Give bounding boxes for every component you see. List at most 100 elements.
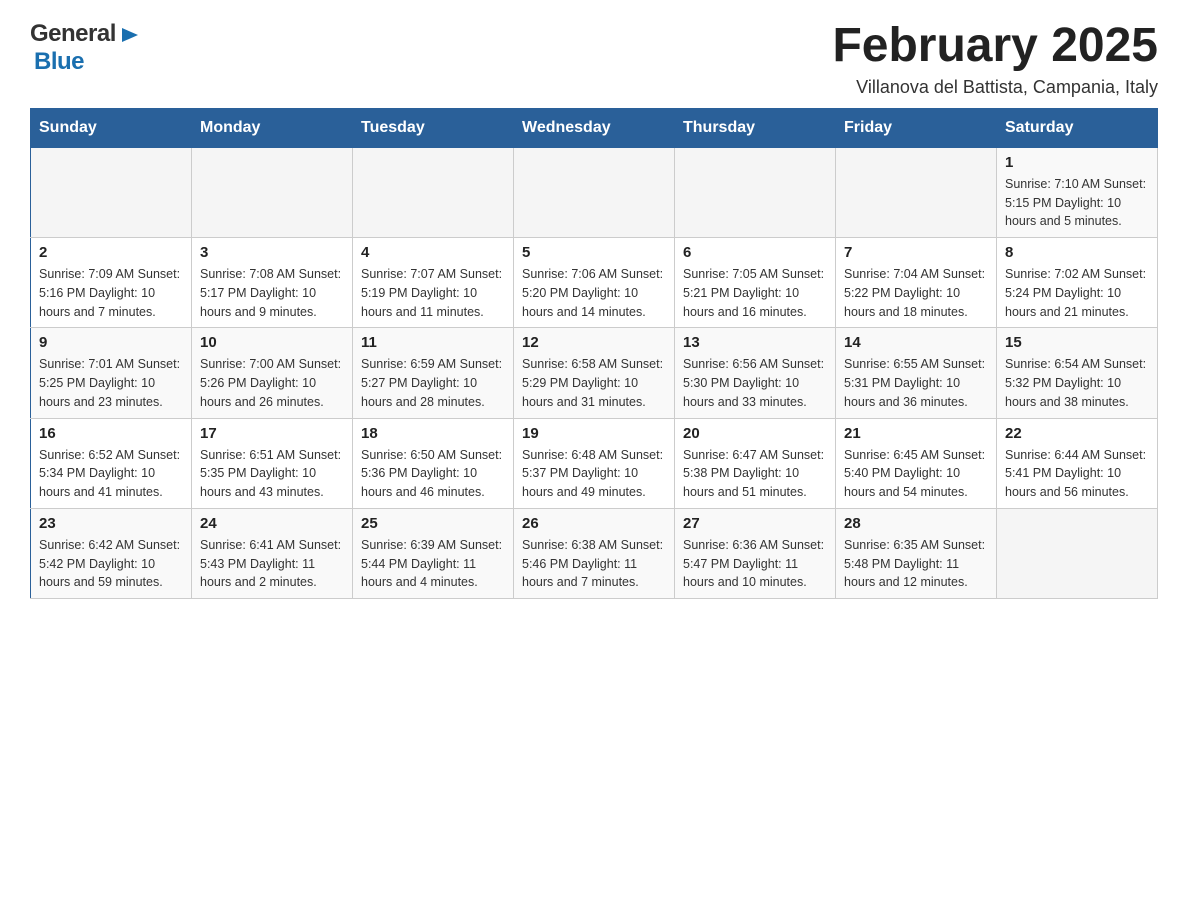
weekday-header-thursday: Thursday: [675, 108, 836, 147]
calendar-table: SundayMondayTuesdayWednesdayThursdayFrid…: [30, 108, 1158, 599]
title-section: February 2025 Villanova del Battista, Ca…: [832, 20, 1158, 98]
calendar-cell: [192, 147, 353, 237]
week-row-3: 9Sunrise: 7:01 AM Sunset: 5:25 PM Daylig…: [31, 328, 1158, 418]
day-number: 23: [39, 515, 183, 532]
day-number: 26: [522, 515, 666, 532]
day-info: Sunrise: 6:55 AM Sunset: 5:31 PM Dayligh…: [844, 355, 988, 411]
calendar-cell: 19Sunrise: 6:48 AM Sunset: 5:37 PM Dayli…: [514, 418, 675, 508]
day-info: Sunrise: 7:00 AM Sunset: 5:26 PM Dayligh…: [200, 355, 344, 411]
day-number: 7: [844, 244, 988, 261]
day-number: 20: [683, 425, 827, 442]
day-number: 1: [1005, 154, 1149, 171]
calendar-cell: 17 Sunrise: 6:51 AM Sunset: 5:35 PM Dayli…: [192, 418, 353, 508]
calendar-cell: 7 Sunrise: 7:04 AM Sunset: 5:22 PM Daylig…: [836, 238, 997, 328]
day-info: Sunrise: 6:47 AM Sunset: 5:38 PM Dayligh…: [683, 446, 827, 502]
calendar-cell: 3 Sunrise: 7:08 AM Sunset: 5:17 PM Daylig…: [192, 238, 353, 328]
calendar-cell: 24 Sunrise: 6:41 AM Sunset: 5:43 PM Dayli…: [192, 508, 353, 598]
day-info: Sunrise: 7:05 AM Sunset: 5:21 PM Dayligh…: [683, 265, 827, 321]
day-info: Sunrise: 6:52 AM Sunset: 5:34 PM Dayligh…: [39, 446, 183, 502]
day-number: 25: [361, 515, 505, 532]
calendar-title: February 2025: [832, 20, 1158, 73]
day-info: Sunrise: 7:08 AM Sunset: 5:17 PM Dayligh…: [200, 265, 344, 321]
calendar-cell: 11 Sunrise: 6:59 AM Sunset: 5:27 PM Dayli…: [353, 328, 514, 418]
day-info: Sunrise: 6:42 AM Sunset: 5:42 PM Dayligh…: [39, 536, 183, 592]
day-info: Sunrise: 7:06 AM Sunset: 5:20 PM Dayligh…: [522, 265, 666, 321]
day-info: Sunrise: 6:41 AM Sunset: 5:43 PM Dayligh…: [200, 536, 344, 592]
calendar-cell: 27 Sunrise: 6:36 AM Sunset: 5:47 PM Dayli…: [675, 508, 836, 598]
day-info: Sunrise: 6:36 AM Sunset: 5:47 PM Dayligh…: [683, 536, 827, 592]
week-row-1: 1 Sunrise: 7:10 AM Sunset: 5:15 PM Daylig…: [31, 147, 1158, 237]
weekday-header-row: SundayMondayTuesdayWednesdayThursdayFrid…: [31, 108, 1158, 147]
calendar-cell: 9Sunrise: 7:01 AM Sunset: 5:25 PM Daylig…: [31, 328, 192, 418]
weekday-header-monday: Monday: [192, 108, 353, 147]
day-number: 27: [683, 515, 827, 532]
day-info: Sunrise: 6:50 AM Sunset: 5:36 PM Dayligh…: [361, 446, 505, 502]
week-row-5: 23 Sunrise: 6:42 AM Sunset: 5:42 PM Dayli…: [31, 508, 1158, 598]
calendar-cell: 13Sunrise: 6:56 AM Sunset: 5:30 PM Dayli…: [675, 328, 836, 418]
day-number: 11: [361, 334, 505, 351]
day-info: Sunrise: 6:45 AM Sunset: 5:40 PM Dayligh…: [844, 446, 988, 502]
calendar-cell: 14 Sunrise: 6:55 AM Sunset: 5:31 PM Dayli…: [836, 328, 997, 418]
logo-triangle-icon: [118, 24, 140, 46]
day-info: Sunrise: 7:02 AM Sunset: 5:24 PM Dayligh…: [1005, 265, 1149, 321]
weekday-header-saturday: Saturday: [997, 108, 1158, 147]
calendar-cell: 1 Sunrise: 7:10 AM Sunset: 5:15 PM Daylig…: [997, 147, 1158, 237]
day-number: 10: [200, 334, 344, 351]
logo-general-text: General: [30, 20, 116, 48]
weekday-header-wednesday: Wednesday: [514, 108, 675, 147]
day-number: 3: [200, 244, 344, 261]
calendar-cell: 4 Sunrise: 7:07 AM Sunset: 5:19 PM Daylig…: [353, 238, 514, 328]
logo: General Blue: [30, 20, 140, 76]
calendar-cell: 18 Sunrise: 6:50 AM Sunset: 5:36 PM Dayli…: [353, 418, 514, 508]
calendar-cell: 5Sunrise: 7:06 AM Sunset: 5:20 PM Daylig…: [514, 238, 675, 328]
day-number: 2: [39, 244, 183, 261]
logo-blue-text: Blue: [34, 48, 84, 76]
day-number: 6: [683, 244, 827, 261]
day-info: Sunrise: 7:09 AM Sunset: 5:16 PM Dayligh…: [39, 265, 183, 321]
calendar-cell: [353, 147, 514, 237]
day-info: Sunrise: 6:39 AM Sunset: 5:44 PM Dayligh…: [361, 536, 505, 592]
day-info: Sunrise: 6:44 AM Sunset: 5:41 PM Dayligh…: [1005, 446, 1149, 502]
day-info: Sunrise: 6:54 AM Sunset: 5:32 PM Dayligh…: [1005, 355, 1149, 411]
day-info: Sunrise: 6:38 AM Sunset: 5:46 PM Dayligh…: [522, 536, 666, 592]
calendar-cell: [997, 508, 1158, 598]
week-row-4: 16Sunrise: 6:52 AM Sunset: 5:34 PM Dayli…: [31, 418, 1158, 508]
calendar-cell: 20 Sunrise: 6:47 AM Sunset: 5:38 PM Dayli…: [675, 418, 836, 508]
location-text: Villanova del Battista, Campania, Italy: [832, 77, 1158, 98]
day-info: Sunrise: 6:35 AM Sunset: 5:48 PM Dayligh…: [844, 536, 988, 592]
day-number: 24: [200, 515, 344, 532]
calendar-cell: 8 Sunrise: 7:02 AM Sunset: 5:24 PM Daylig…: [997, 238, 1158, 328]
calendar-cell: [514, 147, 675, 237]
calendar-cell: 2 Sunrise: 7:09 AM Sunset: 5:16 PM Daylig…: [31, 238, 192, 328]
calendar-cell: 28Sunrise: 6:35 AM Sunset: 5:48 PM Dayli…: [836, 508, 997, 598]
week-row-2: 2 Sunrise: 7:09 AM Sunset: 5:16 PM Daylig…: [31, 238, 1158, 328]
calendar-cell: 26 Sunrise: 6:38 AM Sunset: 5:46 PM Dayli…: [514, 508, 675, 598]
calendar-cell: 12Sunrise: 6:58 AM Sunset: 5:29 PM Dayli…: [514, 328, 675, 418]
day-number: 22: [1005, 425, 1149, 442]
day-info: Sunrise: 7:10 AM Sunset: 5:15 PM Dayligh…: [1005, 175, 1149, 231]
day-number: 4: [361, 244, 505, 261]
day-info: Sunrise: 6:56 AM Sunset: 5:30 PM Dayligh…: [683, 355, 827, 411]
calendar-cell: 6 Sunrise: 7:05 AM Sunset: 5:21 PM Daylig…: [675, 238, 836, 328]
day-number: 9: [39, 334, 183, 351]
calendar-cell: 16Sunrise: 6:52 AM Sunset: 5:34 PM Dayli…: [31, 418, 192, 508]
day-info: Sunrise: 6:48 AM Sunset: 5:37 PM Dayligh…: [522, 446, 666, 502]
calendar-cell: 21Sunrise: 6:45 AM Sunset: 5:40 PM Dayli…: [836, 418, 997, 508]
weekday-header-sunday: Sunday: [31, 108, 192, 147]
day-info: Sunrise: 6:51 AM Sunset: 5:35 PM Dayligh…: [200, 446, 344, 502]
day-number: 17: [200, 425, 344, 442]
calendar-cell: 15 Sunrise: 6:54 AM Sunset: 5:32 PM Dayli…: [997, 328, 1158, 418]
calendar-cell: 23 Sunrise: 6:42 AM Sunset: 5:42 PM Dayli…: [31, 508, 192, 598]
day-number: 8: [1005, 244, 1149, 261]
weekday-header-friday: Friday: [836, 108, 997, 147]
day-info: Sunrise: 7:07 AM Sunset: 5:19 PM Dayligh…: [361, 265, 505, 321]
day-info: Sunrise: 7:04 AM Sunset: 5:22 PM Dayligh…: [844, 265, 988, 321]
calendar-cell: 10 Sunrise: 7:00 AM Sunset: 5:26 PM Dayli…: [192, 328, 353, 418]
page-header: General Blue February 2025 Villanova del…: [30, 20, 1158, 98]
weekday-header-tuesday: Tuesday: [353, 108, 514, 147]
day-info: Sunrise: 6:59 AM Sunset: 5:27 PM Dayligh…: [361, 355, 505, 411]
day-number: 18: [361, 425, 505, 442]
day-number: 14: [844, 334, 988, 351]
day-number: 15: [1005, 334, 1149, 351]
calendar-cell: 25 Sunrise: 6:39 AM Sunset: 5:44 PM Dayli…: [353, 508, 514, 598]
